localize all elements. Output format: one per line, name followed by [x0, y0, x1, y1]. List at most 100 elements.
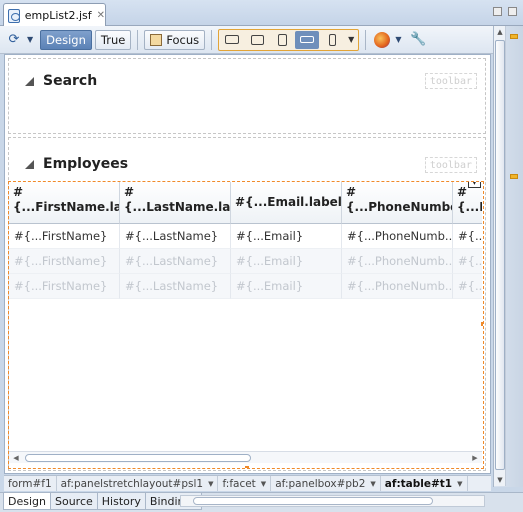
table-cell[interactable]: #{...LastName}: [120, 274, 231, 299]
desktop-icon: [225, 35, 240, 44]
table-cell[interactable]: #{...Email}: [231, 249, 342, 274]
phone-device-button[interactable]: [320, 31, 344, 49]
table-header-row: # {...FirstName.label # {...LastName.lab…: [9, 182, 482, 224]
table-scroll-thumb[interactable]: [25, 454, 251, 462]
employees-table[interactable]: # {...FirstName.label # {...LastName.lab…: [8, 181, 484, 469]
phone-icon: [328, 33, 336, 46]
toolbar-separator: [365, 29, 367, 50]
table-cell[interactable]: #{...PhoneNumb...: [342, 224, 453, 249]
focus-icon: [150, 33, 163, 46]
focus-button[interactable]: Focus: [144, 29, 206, 50]
selection-handle[interactable]: [481, 322, 483, 326]
header-line: {...LastName.label: [124, 200, 231, 214]
search-panel-title: Search: [43, 73, 98, 89]
table-cell[interactable]: #{...FirstName}: [9, 224, 120, 249]
table-cell[interactable]: #{...LastName}: [120, 249, 231, 274]
scroll-up-icon[interactable]: ▲: [494, 26, 506, 38]
device-preview-group: ▼: [218, 28, 360, 51]
tablet-portrait-button[interactable]: [270, 31, 294, 49]
table-grid: # {...FirstName.label # {...LastName.lab…: [9, 182, 482, 452]
desktop-device-button[interactable]: [220, 31, 244, 49]
column-header-hiredate[interactable]: # {...H: [453, 182, 482, 224]
breadcrumb-label: af:panelbox#pb2: [275, 477, 366, 490]
column-header-lastname[interactable]: # {...LastName.label: [120, 182, 231, 224]
chevron-down-icon[interactable]: ▼: [370, 480, 375, 488]
search-toolbar-facet[interactable]: toolbar: [424, 73, 477, 89]
table-cell[interactable]: #{...PhoneNumb...: [342, 274, 453, 299]
breadcrumb-item-form[interactable]: form#f1: [4, 476, 57, 491]
editor-scroll-thumb[interactable]: [193, 497, 433, 505]
breadcrumb-label: f:facet: [222, 477, 256, 490]
disclosure-triangle-icon[interactable]: [25, 76, 34, 86]
editor-tab-emplist2[interactable]: empList2.jsf ✕: [3, 3, 106, 27]
breadcrumb-item-panelbox[interactable]: af:panelbox#pb2 ▼: [271, 476, 381, 491]
employees-panel-header[interactable]: Employees: [25, 156, 128, 172]
selection-handle[interactable]: [245, 466, 249, 468]
table-cell[interactable]: #{...Email}: [231, 274, 342, 299]
header-line: #: [13, 185, 24, 199]
refresh-dropdown-icon[interactable]: ▼: [27, 35, 33, 44]
toolbar-separator: [137, 29, 139, 50]
table-cell[interactable]: #{...b: [453, 224, 482, 249]
table-cell[interactable]: #{...b: [453, 249, 482, 274]
wide-tablet-button[interactable]: [295, 30, 320, 49]
browser-preview-button[interactable]: [372, 30, 392, 50]
table-cell[interactable]: #{...b: [453, 274, 482, 299]
wrench-icon[interactable]: 🔧: [408, 30, 428, 50]
refresh-icon[interactable]: ⟳: [4, 30, 24, 50]
editor-horizontal-scrollbar[interactable]: [180, 495, 485, 507]
column-menu-icon[interactable]: ▼: [468, 182, 481, 188]
maximize-icon[interactable]: [508, 7, 517, 16]
tab-source[interactable]: Source: [49, 493, 98, 510]
vertical-scroll-thumb[interactable]: [495, 40, 505, 470]
column-header-email[interactable]: #{...Email.label}: [231, 182, 342, 224]
design-mode-button[interactable]: Design: [40, 29, 92, 50]
table-cell[interactable]: #{...LastName}: [120, 224, 231, 249]
table-cell[interactable]: #{...PhoneNumb...: [342, 249, 453, 274]
table-cell[interactable]: #{...Email}: [231, 224, 342, 249]
breadcrumb-label: form#f1: [8, 477, 52, 490]
toolbar-separator: [211, 29, 213, 50]
header-line: {...PhoneNumber: [346, 200, 453, 214]
employees-panel-title: Employees: [43, 156, 129, 172]
tab-history[interactable]: History: [96, 493, 146, 510]
scroll-down-icon[interactable]: ▼: [494, 474, 506, 486]
search-panel-header[interactable]: Search: [25, 73, 97, 89]
change-marker-icon[interactable]: [510, 34, 518, 39]
scroll-left-icon[interactable]: ◀: [11, 452, 21, 464]
table-horizontal-scrollbar[interactable]: ◀ ▶: [9, 451, 482, 463]
close-icon[interactable]: ✕: [97, 10, 105, 21]
header-line: #: [124, 185, 135, 199]
table-row[interactable]: #{...FirstName} #{...LastName} #{...Emai…: [9, 274, 482, 299]
scroll-right-icon[interactable]: ▶: [470, 452, 480, 464]
table-cell[interactable]: #{...FirstName}: [9, 249, 120, 274]
tablet-landscape-button[interactable]: [245, 31, 269, 49]
header-line: {...H: [457, 200, 482, 214]
change-marker-icon[interactable]: [510, 174, 518, 179]
table-cell[interactable]: #{...FirstName}: [9, 274, 120, 299]
editor-tabstrip: empList2.jsf ✕: [0, 0, 523, 27]
true-mode-button[interactable]: True: [94, 29, 132, 50]
breadcrumb-item-panelstretchlayout[interactable]: af:panelstretchlayout#psl1 ▼: [57, 476, 219, 491]
employees-toolbar-facet[interactable]: toolbar: [424, 157, 477, 173]
restore-icon[interactable]: [493, 7, 502, 16]
chevron-down-icon[interactable]: ▼: [208, 480, 213, 488]
tab-design[interactable]: Design: [3, 493, 51, 510]
browser-dropdown-icon[interactable]: ▼: [395, 35, 401, 44]
component-breadcrumb: form#f1 af:panelstretchlayout#psl1 ▼ f:f…: [4, 475, 491, 491]
device-dropdown-icon[interactable]: ▼: [345, 35, 357, 44]
vertical-scrollbar[interactable]: ▲ ▼: [494, 26, 506, 486]
table-row[interactable]: #{...FirstName} #{...LastName} #{...Emai…: [9, 224, 482, 249]
header-line: #{...Email.label}: [235, 195, 342, 209]
chevron-down-icon[interactable]: ▼: [261, 480, 266, 488]
breadcrumb-label: af:panelstretchlayout#psl1: [60, 477, 204, 490]
disclosure-triangle-icon[interactable]: [25, 159, 34, 169]
column-header-firstname[interactable]: # {...FirstName.label: [9, 182, 120, 224]
tablet-landscape-icon: [250, 34, 264, 45]
search-panelbox[interactable]: Search toolbar: [8, 58, 486, 134]
breadcrumb-item-table[interactable]: af:table#t1 ▼: [381, 476, 468, 491]
breadcrumb-item-facet[interactable]: f:facet ▼: [218, 476, 272, 491]
chevron-down-icon[interactable]: ▼: [457, 480, 462, 488]
column-header-phonenumber[interactable]: # {...PhoneNumber: [342, 182, 453, 224]
table-row[interactable]: #{...FirstName} #{...LastName} #{...Emai…: [9, 249, 482, 274]
